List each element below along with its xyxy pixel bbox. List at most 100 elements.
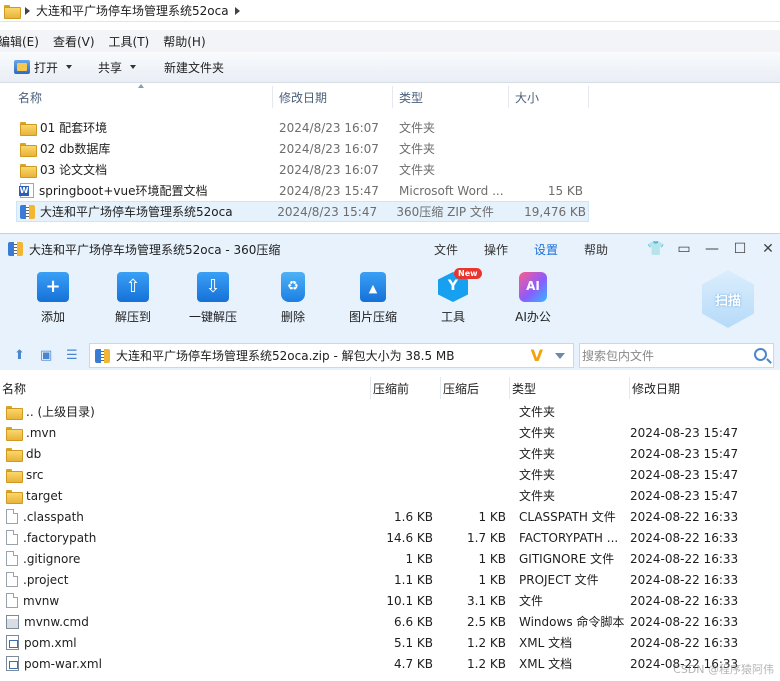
path-field[interactable]: 大连和平广场停车场管理系统52oca.zip - 解包大小为 38.5 MB V <box>89 343 574 368</box>
entry-date: 2024-08-23 15:47 <box>630 488 739 503</box>
entry-name: target <box>26 488 63 503</box>
column-name[interactable]: 名称 <box>0 86 273 108</box>
entry-name: .gitignore <box>23 551 81 566</box>
table-row[interactable]: db 文件夹 2024-08-23 15:47 <box>0 443 780 464</box>
table-row[interactable]: .factorypath 14.6 KB 1.7 KB FACTORYPATH … <box>0 527 780 548</box>
column-date[interactable]: 修改日期 <box>273 86 393 108</box>
table-row[interactable]: mvnw.cmd 6.6 KB 2.5 KB Windows 命令脚本 2024… <box>0 611 780 632</box>
folder-icon <box>6 489 23 504</box>
file-size: 19,476 KB <box>524 204 587 219</box>
zip-file-list: .. (上级目录) 文件夹 .mvn 文件夹 2024-08-23 15:47 … <box>0 401 780 674</box>
entry-date: 2024-08-22 16:33 <box>630 572 739 587</box>
list-item[interactable]: 03 论文文档 2024/8/23 16:07 文件夹 <box>0 159 600 180</box>
image-compress-button[interactable]: 图片压缩 <box>337 272 409 325</box>
column-name[interactable]: 名称 <box>0 377 371 399</box>
maximize-icon[interactable]: ☐ <box>732 241 748 257</box>
folder-icon <box>6 405 23 420</box>
menu-tools[interactable]: 工具(T) <box>109 33 158 50</box>
entry-original-size: 1 KB <box>405 551 433 566</box>
menu-help[interactable]: 帮助(H) <box>163 33 213 50</box>
column-compressed-size[interactable]: 压缩后 <box>441 377 510 399</box>
chevron-down-icon[interactable] <box>555 353 565 359</box>
column-type[interactable]: 类型 <box>393 86 509 108</box>
entry-type: FACTORYPATH ... <box>519 530 619 545</box>
skin-icon[interactable]: 👕 <box>647 241 664 257</box>
minimize-icon[interactable]: — <box>704 241 720 257</box>
detail-view-icon[interactable]: ▣ <box>40 348 52 363</box>
up-arrow-icon[interactable]: ⬆ <box>14 348 25 363</box>
file-type: 360压缩 ZIP 文件 <box>396 205 494 219</box>
tools-button[interactable]: 工具 <box>417 272 489 325</box>
new-folder-button[interactable]: 新建文件夹 <box>154 55 234 79</box>
feedback-icon[interactable]: ▭ <box>676 241 692 257</box>
table-row[interactable]: .classpath 1.6 KB 1 KB CLASSPATH 文件 2024… <box>0 506 780 527</box>
search-input[interactable]: 搜索包内文件 <box>579 343 774 368</box>
file-icon <box>6 551 18 566</box>
file-name: 01 配套环境 <box>40 121 108 135</box>
one-click-extract-icon <box>197 272 229 302</box>
menu-view[interactable]: 查看(V) <box>53 33 103 50</box>
column-original-size[interactable]: 压缩前 <box>371 377 441 399</box>
column-type[interactable]: 类型 <box>510 377 630 399</box>
address-bar[interactable]: 大连和平广场停车场管理系统52oca <box>0 0 780 22</box>
column-date[interactable]: 修改日期 <box>630 377 780 399</box>
column-size[interactable]: 大小 <box>509 86 589 108</box>
table-row[interactable]: src 文件夹 2024-08-23 15:47 <box>0 464 780 485</box>
share-button[interactable]: 共享 <box>88 55 146 79</box>
entry-compressed-size: 1 KB <box>478 572 506 587</box>
list-item[interactable]: 02 db数据库 2024/8/23 16:07 文件夹 <box>0 138 600 159</box>
close-icon[interactable]: ✕ <box>760 241 776 257</box>
chevron-down-icon <box>130 65 137 69</box>
breadcrumb-item[interactable]: 大连和平广场停车场管理系统52oca <box>36 2 229 19</box>
entry-compressed-size: 2.5 KB <box>467 614 506 629</box>
table-row[interactable]: .mvn 文件夹 2024-08-23 15:47 <box>0 422 780 443</box>
entry-original-size: 1.6 KB <box>394 509 433 524</box>
entry-date: 2024-08-23 15:47 <box>630 446 739 461</box>
entry-name: pom-war.xml <box>24 656 102 671</box>
menu-edit[interactable]: 编辑(E) <box>0 33 47 50</box>
table-row[interactable]: pom.xml 5.1 KB 1.2 KB XML 文档 2024-08-22 … <box>0 632 780 653</box>
entry-compressed-size: 3.1 KB <box>467 593 506 608</box>
extract-to-button[interactable]: 解压到 <box>97 272 169 325</box>
delete-label: 删除 <box>280 310 305 324</box>
scan-button[interactable]: 扫描 <box>702 270 754 328</box>
ai-office-button[interactable]: AI办公 <box>497 272 569 325</box>
one-click-extract-button[interactable]: 一键解压 <box>177 272 249 325</box>
open-button[interactable]: 打开 <box>4 55 82 79</box>
menu-settings[interactable]: 设置 <box>534 241 558 258</box>
ai-office-label: AI办公 <box>515 310 551 324</box>
menu-help[interactable]: 帮助 <box>584 241 608 258</box>
entry-compressed-size: 1.7 KB <box>467 530 506 545</box>
list-view-icon[interactable]: ☰ <box>66 348 78 363</box>
entry-name: .. (上级目录) <box>26 405 95 419</box>
list-item[interactable]: 01 配套环境 2024/8/23 16:07 文件夹 <box>0 117 600 138</box>
list-item[interactable]: springboot+vue环境配置文档 2024/8/23 15:47 Mic… <box>0 180 600 201</box>
add-button[interactable]: 添加 <box>17 272 89 325</box>
file-name: 大连和平广场停车场管理系统52oca <box>40 205 233 219</box>
open-icon <box>14 60 30 74</box>
entry-type: PROJECT 文件 <box>519 573 599 587</box>
file-type: Microsoft Word ... <box>399 183 504 198</box>
list-item-selected[interactable]: 大连和平广场停车场管理系统52oca 2024/8/23 15:47 360压缩… <box>16 201 589 222</box>
folder-icon <box>20 121 37 136</box>
menu-file[interactable]: 文件 <box>434 241 458 258</box>
table-row[interactable]: .. (上级目录) 文件夹 <box>0 401 780 422</box>
table-row[interactable]: pom-war.xml 4.7 KB 1.2 KB XML 文档 2024-08… <box>0 653 780 674</box>
entry-name: db <box>26 446 42 461</box>
chevron-right-icon[interactable] <box>234 6 240 15</box>
search-icon[interactable] <box>754 348 767 361</box>
delete-button[interactable]: 删除 <box>257 272 329 325</box>
entry-type: GITIGNORE 文件 <box>519 552 615 566</box>
entry-original-size: 5.1 KB <box>394 635 433 650</box>
table-row[interactable]: .gitignore 1 KB 1 KB GITIGNORE 文件 2024-0… <box>0 548 780 569</box>
table-row[interactable]: target 文件夹 2024-08-23 15:47 <box>0 485 780 506</box>
chevron-right-icon[interactable] <box>25 6 30 15</box>
menu-operation[interactable]: 操作 <box>484 241 508 258</box>
table-row[interactable]: mvnw 10.1 KB 3.1 KB 文件 2024-08-22 16:33 <box>0 590 780 611</box>
file-date: 2024/8/23 16:07 <box>279 141 379 156</box>
entry-type: 文件夹 <box>519 468 556 482</box>
file-type: 文件夹 <box>399 163 436 177</box>
file-date: 2024/8/23 16:07 <box>279 162 379 177</box>
table-row[interactable]: .project 1.1 KB 1 KB PROJECT 文件 2024-08-… <box>0 569 780 590</box>
v-mark-icon[interactable]: V <box>531 346 543 365</box>
